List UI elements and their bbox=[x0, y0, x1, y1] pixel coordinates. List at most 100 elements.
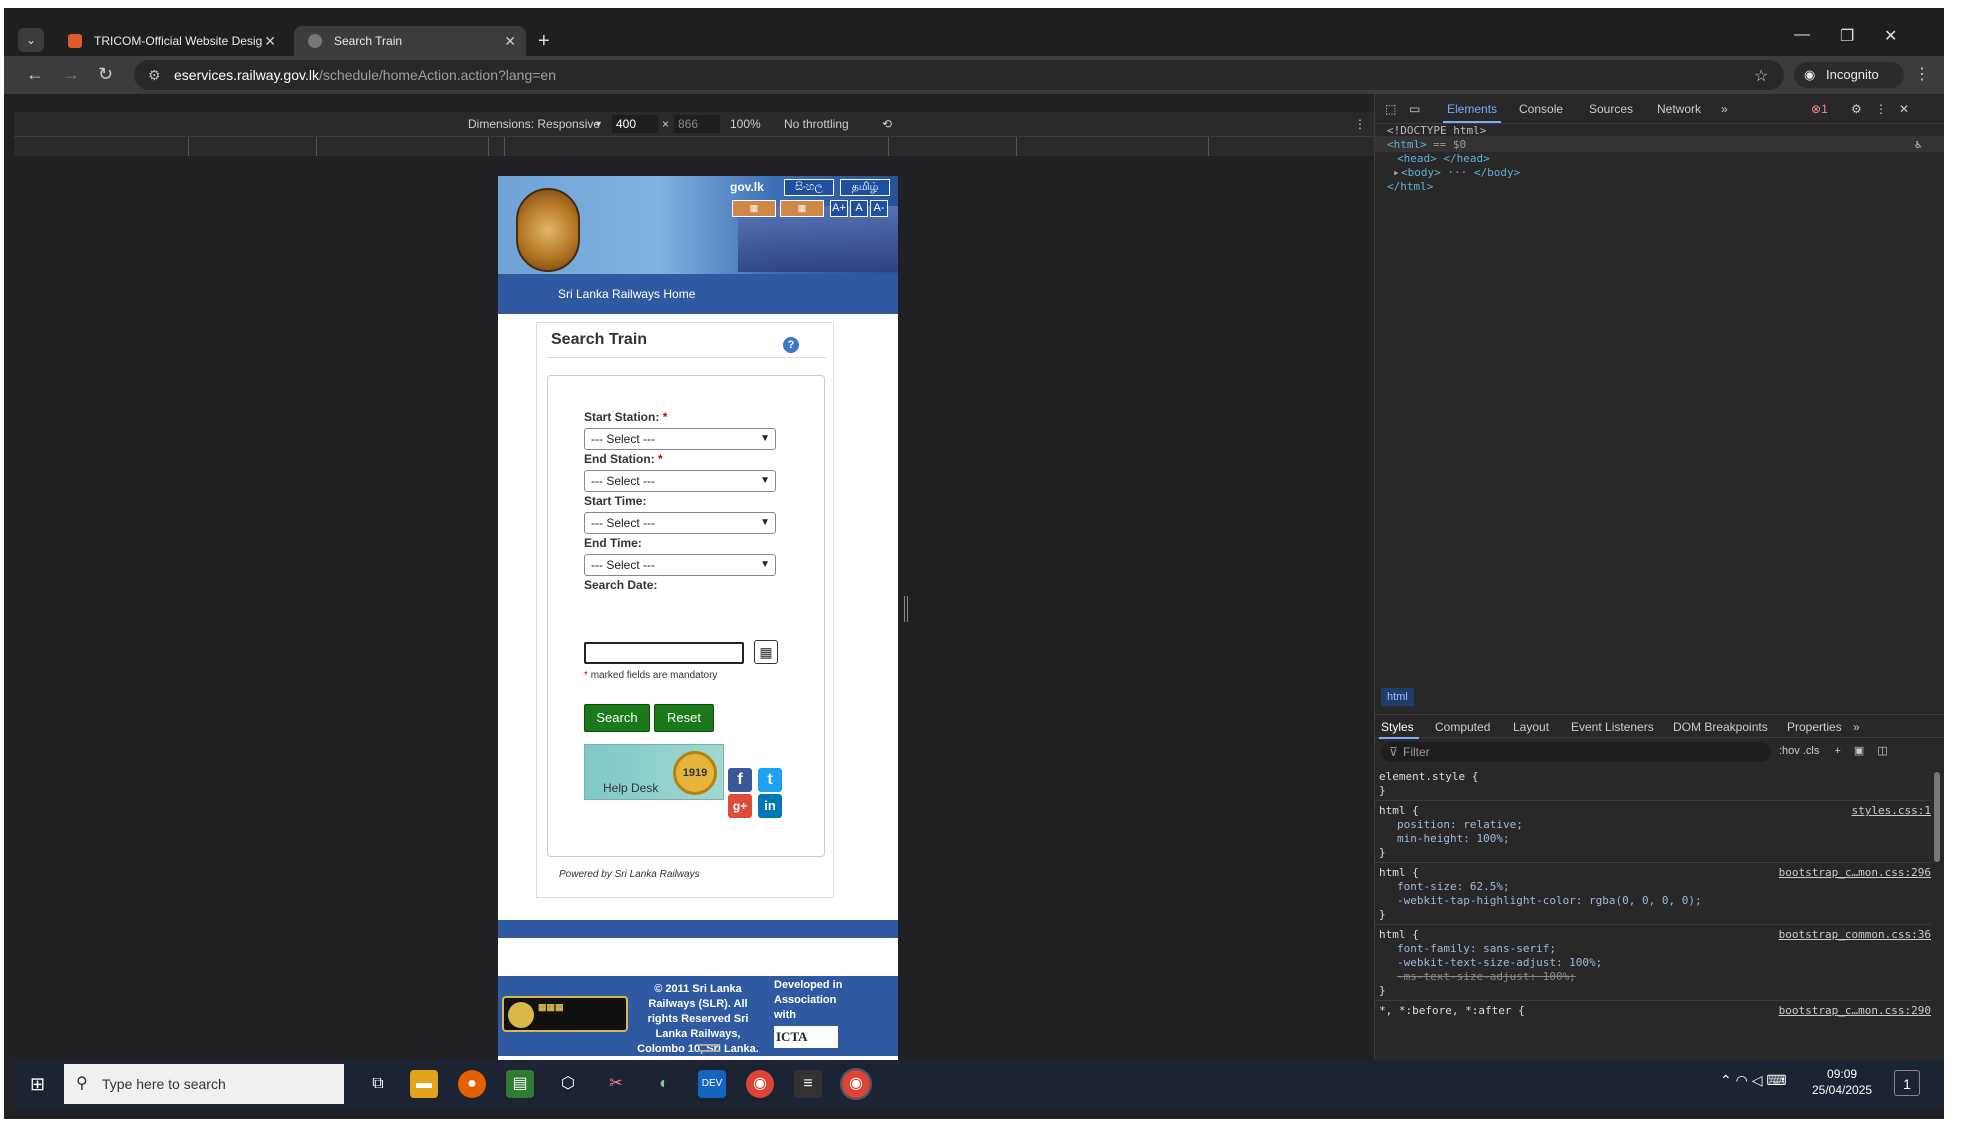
close-tab-icon[interactable]: ✕ bbox=[264, 26, 276, 56]
restore-button[interactable]: ❐ bbox=[1840, 26, 1854, 46]
tab-styles[interactable]: Styles bbox=[1381, 720, 1414, 734]
google-plus-icon[interactable]: g+ bbox=[728, 794, 752, 818]
settings-gear-icon[interactable]: ⚙ bbox=[1851, 102, 1862, 116]
search-button[interactable]: Search bbox=[584, 704, 650, 732]
start-station-select[interactable]: --- Select --- ▼ bbox=[584, 428, 776, 450]
error-badge[interactable]: ⊗1 bbox=[1811, 102, 1828, 116]
notification-icon[interactable]: 1 bbox=[1894, 1070, 1920, 1096]
close-devtools-icon[interactable]: ✕ bbox=[1899, 102, 1909, 116]
new-rule-icon[interactable]: + bbox=[1834, 745, 1840, 757]
rule-selector[interactable]: html { bbox=[1379, 804, 1419, 817]
tab-sources[interactable]: Sources bbox=[1589, 102, 1633, 116]
element-style-selector[interactable]: element.style { bbox=[1379, 770, 1478, 783]
rule-source-link[interactable]: bootstrap_c…mon.css:296 bbox=[1779, 866, 1931, 879]
calendar-icon[interactable]: ▦ bbox=[754, 640, 778, 664]
devtools-menu-icon[interactable]: ⋮ bbox=[1875, 102, 1887, 116]
rule-source-link[interactable]: bootstrap_common.css:36 bbox=[1779, 928, 1931, 941]
browser-menu-icon[interactable]: ⋮ bbox=[1914, 64, 1930, 84]
taskbar-search[interactable]: ⚲ Type here to search bbox=[64, 1064, 344, 1104]
site-info-icon[interactable]: ⚙ bbox=[148, 60, 161, 90]
file-explorer-icon[interactable]: ▬ bbox=[410, 1070, 438, 1098]
css-declaration[interactable]: position: relative; bbox=[1397, 818, 1523, 831]
css-declaration[interactable]: -webkit-text-size-adjust: 100%; bbox=[1397, 956, 1602, 969]
accessibility-icon[interactable]: ♿ bbox=[1915, 138, 1922, 151]
sitemap-icon[interactable]: ▦ bbox=[780, 200, 824, 217]
css-declaration[interactable]: font-family: sans-serif; bbox=[1397, 942, 1556, 955]
styles-filter-input[interactable]: ⊽ Filter bbox=[1381, 742, 1771, 762]
windows-start-icon[interactable]: ⊞ bbox=[30, 1074, 45, 1095]
body-node[interactable]: <body> ··· </body> bbox=[1401, 166, 1520, 179]
rule-source-link[interactable]: bootstrap_c…mon.css:290 bbox=[1779, 1004, 1931, 1017]
reset-button[interactable]: Reset bbox=[654, 704, 714, 732]
tab-elements[interactable]: Elements bbox=[1447, 102, 1497, 116]
throttling-dropdown[interactable]: No throttling bbox=[784, 112, 849, 136]
new-tab-button[interactable]: + bbox=[538, 30, 550, 53]
html-close-node[interactable]: </html> bbox=[1387, 180, 1433, 193]
accessibility-icon[interactable]: ▦ bbox=[732, 200, 776, 217]
help-icon[interactable]: ? bbox=[783, 337, 799, 353]
hov-cls-toggles[interactable]: :hov .cls bbox=[1779, 745, 1819, 757]
css-declaration[interactable]: -webkit-tap-highlight-color: rgba(0, 0, … bbox=[1397, 894, 1702, 907]
helpdesk-banner[interactable]: 1919 Help Desk bbox=[584, 744, 724, 800]
tab-layout[interactable]: Layout bbox=[1513, 720, 1549, 734]
snipping-tool-icon[interactable]: ✂ bbox=[602, 1070, 630, 1098]
start-time-select[interactable]: --- Select --- ▼ bbox=[584, 512, 776, 534]
back-button[interactable]: ← bbox=[26, 64, 44, 85]
tab-search-icon[interactable]: ⌄ bbox=[18, 28, 44, 52]
css-declaration-overridden[interactable]: -ms-text-size-adjust: 100%; bbox=[1397, 970, 1576, 983]
paint-icon[interactable]: ▣ bbox=[1854, 745, 1864, 757]
head-node[interactable]: <head> </head> bbox=[1397, 152, 1490, 165]
close-tab-icon[interactable]: ✕ bbox=[504, 26, 516, 56]
task-view-icon[interactable]: ⧉ bbox=[364, 1070, 392, 1098]
rule-selector[interactable]: html { bbox=[1379, 866, 1419, 879]
rotate-icon[interactable]: ⟲ bbox=[882, 112, 892, 136]
css-declaration[interactable]: min-height: 100%; bbox=[1397, 832, 1510, 845]
tab-dom-breakpoints[interactable]: DOM Breakpoints bbox=[1673, 720, 1768, 734]
spreadsheet-icon[interactable]: ▤ bbox=[506, 1070, 534, 1098]
device-toolbar-menu-icon[interactable]: ⋮ bbox=[1354, 112, 1366, 136]
twitter-icon[interactable]: t bbox=[758, 768, 782, 792]
rule-selector[interactable]: *, *:before, *:after { bbox=[1379, 1004, 1525, 1017]
system-tray[interactable]: ⌃ ◠ ◁ ⌨ bbox=[1720, 1072, 1787, 1089]
tab-tricom[interactable]: TRICOM-Official Website Desig ✕ bbox=[54, 26, 286, 56]
html-node[interactable]: <html> bbox=[1387, 138, 1427, 151]
bookmark-star-icon[interactable]: ☆ bbox=[1754, 66, 1768, 86]
linkedin-icon[interactable]: in bbox=[758, 794, 782, 818]
end-station-select[interactable]: --- Select --- ▼ bbox=[584, 470, 776, 492]
css-declaration[interactable]: font-size: 62.5%; bbox=[1397, 880, 1510, 893]
railways-home-link[interactable]: Sri Lanka Railways Home bbox=[558, 287, 695, 301]
govlk-link[interactable]: gov.lk bbox=[730, 180, 764, 194]
tab-search-train[interactable]: Search Train ✕ bbox=[294, 26, 526, 56]
firefox-icon[interactable]: ● bbox=[458, 1070, 486, 1098]
media-query-ruler[interactable] bbox=[14, 136, 1374, 157]
terminal-app-icon[interactable]: ≡ bbox=[794, 1070, 822, 1098]
lang-tamil-button[interactable]: தமிழ் bbox=[840, 179, 890, 196]
tab-network[interactable]: Network bbox=[1657, 102, 1701, 116]
rule-selector[interactable]: html { bbox=[1379, 928, 1419, 941]
viewport-resize-handle[interactable] bbox=[904, 596, 908, 622]
dimensions-dropdown[interactable]: Dimensions: Responsive bbox=[468, 112, 600, 136]
font-increase-button[interactable]: A+ bbox=[830, 200, 848, 217]
height-input[interactable]: 866 bbox=[674, 115, 720, 133]
tab-computed[interactable]: Computed bbox=[1435, 720, 1490, 734]
styles-scrollbar[interactable] bbox=[1934, 772, 1940, 862]
viewport-bottom-grip[interactable] bbox=[698, 1044, 720, 1052]
breadcrumb[interactable]: html bbox=[1381, 688, 1414, 706]
search-date-input[interactable] bbox=[584, 642, 744, 664]
paint-app-icon[interactable]: ◐ bbox=[650, 1070, 678, 1098]
end-time-select[interactable]: --- Select --- ▼ bbox=[584, 554, 776, 576]
tab-properties[interactable]: Properties bbox=[1787, 720, 1842, 734]
lang-sinhala-button[interactable]: සිංහල bbox=[784, 179, 834, 196]
inspect-element-icon[interactable]: ⬚ bbox=[1385, 102, 1396, 116]
facebook-icon[interactable]: f bbox=[728, 768, 752, 792]
incognito-badge[interactable]: ◉ Incognito bbox=[1794, 62, 1904, 88]
width-input[interactable]: 400 bbox=[612, 115, 658, 133]
more-tabs-icon[interactable]: » bbox=[1853, 720, 1860, 734]
expand-arrow-icon[interactable]: ▸ bbox=[1393, 166, 1400, 179]
device-toggle-icon[interactable]: ▭ bbox=[1409, 102, 1420, 116]
chrome-active-icon[interactable]: ◉ bbox=[840, 1068, 872, 1100]
clock[interactable]: 09:09 25/04/2025 bbox=[1812, 1066, 1872, 1098]
reload-button[interactable]: ↻ bbox=[98, 64, 113, 85]
rule-source-link[interactable]: styles.css:1 bbox=[1852, 804, 1931, 817]
font-normal-button[interactable]: A bbox=[850, 200, 868, 217]
